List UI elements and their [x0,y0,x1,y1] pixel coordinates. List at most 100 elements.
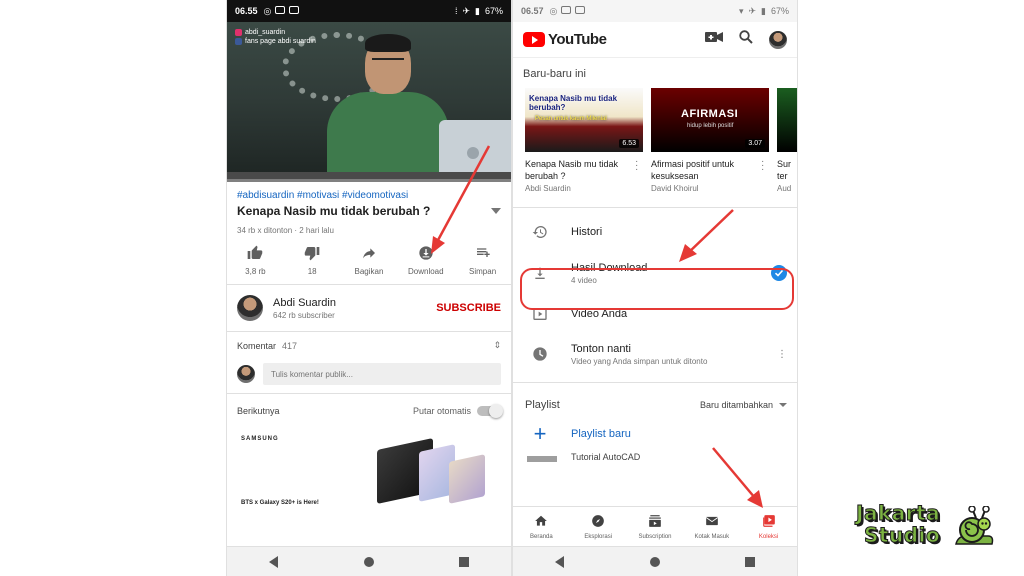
recent-video-card[interactable]: AFIRMASI hidup lebih positif 3.07 Afirma… [651,88,769,207]
download-icon [417,245,435,261]
battery-icon: ▮ [761,5,766,16]
playlist-title: Playlist [525,398,560,411]
ad-thumbnail[interactable]: SAMSUNG BTS x Galaxy S20+ is Here! [237,428,501,508]
new-playlist-button[interactable]: + Playlist baru [513,416,797,452]
expand-description-icon[interactable] [491,208,501,214]
video-thumbnail[interactable]: AFIRMASI hidup lebih positif 3.07 [651,88,769,152]
video-title: Kenapa Nasib mu tidak berubah ? [237,204,431,218]
camera-upload-icon[interactable] [705,30,723,49]
nav-home[interactable]: Beranda [513,507,570,546]
up-next-row: Berikutnya Putar otomatis [227,394,511,428]
playlist-header: Playlist Baru ditambahkan [513,382,797,416]
battery-percent: 67% [770,6,789,16]
like-button[interactable]: 3,8 rb [229,245,281,276]
nav-explore[interactable]: Eksplorasi [570,507,627,546]
nav-subscriptions[interactable]: Subscription [627,507,684,546]
whatsapp-icon: ◎ [263,5,272,16]
recent-video-title: Afirmasi positif untuk kesuksesan [651,159,735,181]
recent-video-card[interactable]: Kenapa Nasib mu tidak berubah? Pesan unt… [525,88,643,207]
recent-videos-row: Kenapa Nasib mu tidak berubah? Pesan unt… [513,88,797,208]
airplane-icon: ✈ [748,5,757,16]
subscribe-button[interactable]: SUBSCRIBE [436,302,501,314]
account-avatar[interactable] [769,30,787,49]
playlist-item-peek[interactable]: Tutorial AutoCAD [513,452,797,462]
video-thumbnail[interactable]: Kenapa Nasib mu tidak berubah? Pesan unt… [525,88,643,152]
history-icon [531,223,549,241]
notification-icon [289,5,300,14]
library-item-watch-later[interactable]: Tonton nanti Video yang Anda simpan untu… [513,332,797,376]
comments-label: Komentar [237,340,277,351]
back-icon[interactable] [266,554,282,570]
video-thumbnail[interactable] [777,88,797,152]
battery-icon: ▮ [475,5,480,16]
more-options-icon[interactable]: · · · [635,157,643,175]
share-icon [360,245,378,261]
thumbs-up-icon [246,245,264,261]
video-actions: 3,8 rb 18 Bagikan Download Simpan [227,235,511,285]
recents-icon[interactable] [742,554,758,570]
home-circle-icon[interactable] [361,554,377,570]
thumbs-down-icon [303,245,321,261]
youtube-bottom-nav: Beranda Eksplorasi Subscription Kotak Ma… [513,506,797,546]
status-time: 06.55 [235,6,258,16]
mail-icon [561,5,572,14]
share-button[interactable]: Bagikan [343,245,395,276]
download-button[interactable]: Download [400,245,452,276]
notification-icon [575,5,586,14]
phone-left-video-screen: 06.55 ◎ ⁞ ✈ ▮ 67% abdi_suardin fans page… [226,0,512,576]
mail-icon [275,5,286,14]
status-bar: 06.55 ◎ ⁞ ✈ ▮ 67% [227,0,511,22]
back-icon[interactable] [552,554,568,570]
home-circle-icon[interactable] [647,554,663,570]
youtube-logo[interactable]: YouTube [523,31,607,48]
recent-section-title: Baru-baru ini [523,68,586,80]
instagram-icon [235,28,242,36]
library-item-history[interactable]: Histori [513,214,797,250]
user-avatar [237,365,255,383]
watch-later-icon [531,345,549,363]
dislike-button[interactable]: 18 [286,245,338,276]
recent-video-title: Kenapa Nasib mu tidak berubah ? [525,159,619,181]
facebook-icon [235,37,242,45]
plus-icon: + [533,421,547,446]
video-player[interactable]: abdi_suardin fans page abdi suardin [227,22,511,182]
jakarta-studio-logo: Jakarta Studio [856,502,996,552]
expand-comments-icon[interactable]: ⇕ [493,340,501,351]
video-overlay-text: abdi_suardin fans page abdi suardin [235,28,316,46]
nav-library[interactable]: Koleksi [740,507,797,546]
recent-video-author: Aud [777,184,792,193]
wifi-icon: ▾ [738,5,744,16]
subscriptions-icon [648,514,662,530]
video-meta: 34 rb x ditonton · 2 hari lalu [237,226,334,235]
save-button[interactable]: Simpan [457,245,509,276]
recents-icon[interactable] [456,554,472,570]
channel-avatar[interactable] [237,295,263,321]
channel-row[interactable]: Abdi Suardin 642 rb subscriber SUBSCRIBE [227,285,511,332]
apple-logo-icon [467,147,479,159]
playlist-sort-dropdown[interactable]: Baru ditambahkan [700,400,787,410]
recent-video-author: David Khoirul [651,184,699,193]
more-options-icon[interactable]: ⋮ [777,349,787,360]
nav-inbox[interactable]: Kotak Masuk [683,507,740,546]
search-icon[interactable] [739,30,753,49]
youtube-play-icon [523,32,545,47]
recent-video-author: Abdi Suardin [525,184,571,193]
snail-icon [955,506,994,545]
video-progress-bar[interactable] [227,179,511,182]
autoplay-toggle[interactable] [477,404,503,418]
whatsapp-icon: ◎ [549,5,558,16]
more-options-icon[interactable]: · · · [761,157,769,175]
youtube-header: YouTube [513,22,797,58]
android-nav-bar [227,546,511,576]
recent-video-card[interactable]: Sur ter Aud [777,88,797,207]
recent-video-title: Sur ter [777,159,792,181]
chevron-down-icon [779,402,787,407]
comment-input[interactable] [263,363,501,385]
autoplay-label: Putar otomatis [412,406,471,416]
android-nav-bar [513,546,797,576]
comments-section: Komentar 417 ⇕ [227,332,511,394]
save-playlist-icon [474,245,492,261]
video-info: #abdisuardin #motivasi #videomotivasi Ke… [227,182,511,235]
vibrate-icon: ⁞ [454,6,458,16]
video-hashtags[interactable]: #abdisuardin #motivasi #videomotivasi [237,190,501,201]
